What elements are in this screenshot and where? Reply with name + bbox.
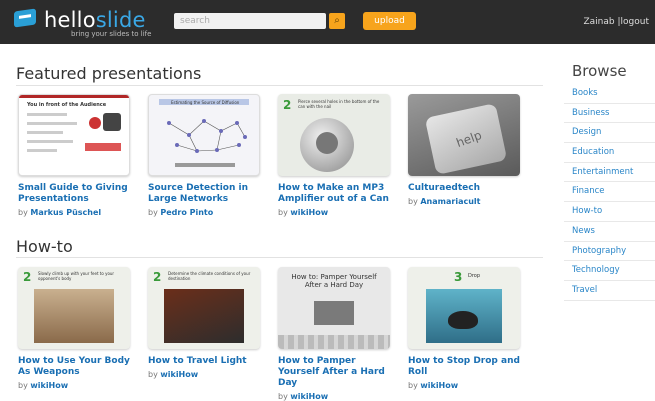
presentation-title[interactable]: How to Use Your Body As Weapons — [18, 356, 130, 378]
author-line: by wikiHow — [18, 381, 130, 390]
thumbnail[interactable]: How to: Pamper Yourself After a Hard Day — [278, 267, 390, 349]
author-link[interactable]: wikiHow — [160, 370, 198, 379]
browse-heading: Browse — [572, 62, 627, 80]
skyline-image — [278, 335, 390, 349]
logo[interactable]: helloslide — [44, 8, 146, 32]
author-link[interactable]: wikiHow — [290, 392, 328, 401]
browse-categories: Books Business Design Education Entertai… — [564, 84, 655, 301]
feet-image — [34, 289, 114, 343]
howto-heading: How-to — [16, 237, 73, 256]
thumbnail[interactable]: 2 Determine the climate conditions of yo… — [148, 267, 260, 349]
author-line: by wikiHow — [278, 392, 390, 401]
thumb-heading: You in front of the Audience — [27, 102, 107, 108]
author-line: by wikiHow — [148, 370, 260, 379]
author-line: by wikiHow — [408, 381, 520, 390]
author-link[interactable]: wikiHow — [420, 381, 458, 390]
author-link[interactable]: Anamariacult — [420, 197, 480, 206]
by-label: by — [278, 208, 288, 217]
category-link-entertainment[interactable]: Entertainment — [564, 163, 655, 183]
by-label: by — [408, 381, 418, 390]
by-label: by — [148, 370, 158, 379]
thumb-heading: How to: Pamper Yourself After a Hard Day — [291, 273, 377, 289]
thumbnail[interactable]: 2 Pierce several holes in the bottom of … — [278, 94, 390, 176]
howto-divider — [16, 257, 543, 258]
by-label: by — [408, 197, 418, 206]
thumb-heading: Drop — [468, 273, 481, 279]
presentation-card[interactable]: 3 Drop How to Stop Drop and Roll by wiki… — [408, 267, 520, 390]
thumbnail[interactable]: Estimating the Source of Diffusion — [148, 94, 260, 176]
upload-button[interactable]: upload — [363, 12, 416, 30]
bath-image — [314, 301, 354, 325]
step-number: 2 — [23, 270, 32, 284]
logout-link[interactable]: logout — [621, 17, 649, 27]
presentation-card[interactable]: 2 Pierce several holes in the bottom of … — [278, 94, 390, 217]
presentation-title[interactable]: Culturaedtech — [408, 183, 520, 194]
step-number: 3 — [454, 270, 463, 284]
author-link[interactable]: wikiHow — [290, 208, 328, 217]
author-link[interactable]: Pedro Pinto — [160, 208, 213, 217]
presentation-title[interactable]: How to Make an MP3 Amplifier out of a Ca… — [278, 183, 390, 205]
presentation-card[interactable]: How to: Pamper Yourself After a Hard Day… — [278, 267, 390, 401]
thumb-heading: Pierce several holes in the bottom of th… — [298, 99, 380, 109]
featured-divider — [16, 85, 543, 86]
search-input[interactable]: search — [174, 13, 326, 29]
search-icon[interactable]: ⌕ — [329, 13, 345, 29]
presentation-title[interactable]: Source Detection in Large Networks — [148, 183, 260, 205]
presentation-card[interactable]: You in front of the Audience Small Guide… — [18, 94, 130, 217]
by-label: by — [278, 392, 288, 401]
tagline: bring your slides to life — [71, 30, 152, 38]
category-link-books[interactable]: Books — [564, 84, 655, 104]
by-label: by — [148, 208, 158, 217]
presentation-title[interactable]: How to Pamper Yourself After a Hard Day — [278, 356, 390, 389]
category-link-finance[interactable]: Finance — [564, 182, 655, 203]
logo-text-b: slide — [95, 8, 146, 32]
thumb-heading: Determine the climate conditions of your… — [168, 271, 251, 281]
author-line: by Markus Püschel — [18, 208, 130, 217]
by-label: by — [18, 381, 28, 390]
category-link-technology[interactable]: Technology — [564, 261, 655, 281]
logo-icon[interactable] — [14, 8, 36, 28]
thumbnail[interactable]: 2 Slowly climb up with your feet to your… — [18, 267, 130, 349]
presentation-title[interactable]: Small Guide to Giving Presentations — [18, 183, 130, 205]
presentation-title[interactable]: How to Travel Light — [148, 356, 260, 367]
thumb-heading: Slowly climb up with your feet to your o… — [38, 271, 115, 281]
author-line: by wikiHow — [278, 208, 390, 217]
author-link[interactable]: Markus Püschel — [30, 208, 101, 217]
author-line: by Anamariacult — [408, 197, 520, 206]
category-link-how-to[interactable]: How-to — [564, 202, 655, 222]
presentation-card[interactable]: Estimating the Source of Diffusion Sourc… — [148, 94, 260, 217]
network-graph-image — [167, 119, 247, 167]
presentation-card[interactable]: 2 Slowly climb up with your feet to your… — [18, 267, 130, 390]
category-link-photography[interactable]: Photography — [564, 242, 655, 262]
thumbnail[interactable]: You in front of the Audience — [18, 94, 130, 176]
presentation-card[interactable]: help Culturaedtech by Anamariacult — [408, 94, 520, 206]
author-line: by Pedro Pinto — [148, 208, 260, 217]
step-number: 2 — [153, 270, 162, 284]
top-bar: helloslide bring your slides to life sea… — [0, 0, 655, 44]
user-menu: Zainab |logout — [583, 17, 649, 27]
category-link-design[interactable]: Design — [564, 123, 655, 144]
logo-text-a: hello — [44, 8, 96, 32]
category-link-education[interactable]: Education — [564, 143, 655, 163]
category-link-business[interactable]: Business — [564, 104, 655, 124]
presentation-title[interactable]: How to Stop Drop and Roll — [408, 356, 520, 378]
author-link[interactable]: wikiHow — [30, 381, 68, 390]
thumbnail[interactable]: help — [408, 94, 520, 176]
category-link-travel[interactable]: Travel — [564, 281, 655, 301]
thumbnail[interactable]: 3 Drop — [408, 267, 520, 349]
featured-heading: Featured presentations — [16, 64, 202, 83]
by-label: by — [18, 208, 28, 217]
remote-image — [164, 289, 244, 343]
username-link[interactable]: Zainab — [583, 17, 614, 27]
category-link-news[interactable]: News — [564, 222, 655, 242]
presentation-card[interactable]: 2 Determine the climate conditions of yo… — [148, 267, 260, 379]
step-number: 2 — [283, 98, 292, 112]
